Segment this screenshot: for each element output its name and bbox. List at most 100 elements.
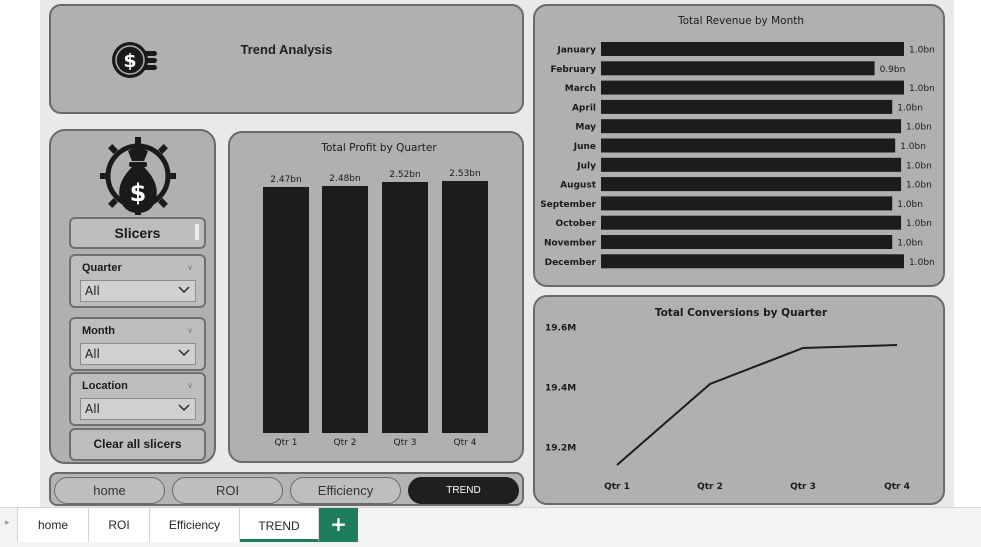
chevron-down-icon[interactable]: ∨ bbox=[187, 326, 193, 335]
profit-x-tick: Qtr 2 bbox=[334, 438, 357, 448]
revenue-data-label: 1.0bn bbox=[897, 239, 923, 249]
nav-trend-button[interactable]: TREND bbox=[408, 477, 519, 504]
revenue-bar bbox=[601, 61, 875, 76]
location-slicer-label: Location bbox=[82, 380, 128, 392]
revenue-data-label: 1.0bn bbox=[900, 142, 926, 152]
revenue-y-tick: October bbox=[556, 219, 597, 229]
nav-panel: home ROI Efficiency TREND bbox=[49, 472, 524, 506]
revenue-y-tick: May bbox=[575, 123, 596, 133]
revenue-y-tick: September bbox=[540, 200, 596, 210]
chevron-down-icon bbox=[178, 404, 190, 411]
revenue-bar bbox=[601, 99, 893, 114]
revenue-data-label: 1.0bn bbox=[906, 161, 932, 171]
revenue-y-tick: April bbox=[572, 103, 596, 113]
quarter-dropdown-value: All bbox=[85, 284, 100, 298]
chart-title: Total Conversions by Quarter bbox=[655, 307, 828, 319]
month-dropdown[interactable]: All bbox=[80, 343, 196, 365]
profit-data-label: 2.52bn bbox=[389, 170, 420, 180]
revenue-chart-panel: Total Revenue by Month January 1.0bn Febru… bbox=[533, 4, 945, 287]
svg-text:$: $ bbox=[130, 179, 147, 207]
page-tab-home[interactable]: home bbox=[18, 508, 89, 542]
revenue-data-label: 1.0bn bbox=[909, 84, 935, 94]
month-slicer-label: Month bbox=[82, 325, 115, 337]
conversions-x-tick: Qtr 4 bbox=[884, 482, 910, 492]
location-slicer: Location ∨ All bbox=[69, 372, 206, 426]
page-tab-efficiency[interactable]: Efficiency bbox=[150, 508, 240, 542]
nav-roi-button[interactable]: ROI bbox=[172, 477, 283, 504]
conversions-chart-panel: Total Conversions by Quarter 19.6M 19.4M 1… bbox=[533, 295, 945, 505]
revenue-data-label: 1.0bn bbox=[909, 258, 935, 268]
page-title: Trend Analysis bbox=[240, 42, 333, 57]
revenue-data-label: 1.0bn bbox=[906, 219, 932, 229]
conversions-y-tick: 19.2M bbox=[545, 444, 576, 454]
conversions-x-tick: Qtr 1 bbox=[604, 482, 630, 492]
header-panel: $ Trend Analysis bbox=[49, 4, 524, 114]
revenue-y-tick: February bbox=[550, 65, 596, 75]
conversions-x-tick: Qtr 3 bbox=[790, 482, 816, 492]
scroll-indicator bbox=[195, 224, 199, 240]
profit-bar bbox=[382, 181, 428, 433]
chevron-down-icon bbox=[178, 349, 190, 356]
profit-data-label: 2.48bn bbox=[329, 174, 360, 184]
chart-title: Total Revenue by Month bbox=[677, 15, 804, 27]
revenue-y-tick: July bbox=[576, 161, 596, 171]
quarter-slicer: Quarter ∨ All bbox=[69, 254, 206, 308]
revenue-y-tick: March bbox=[565, 84, 596, 94]
revenue-bar bbox=[601, 138, 896, 153]
conversions-line-chart: Total Conversions by Quarter 19.6M 19.4M 1… bbox=[545, 307, 910, 492]
profit-bar bbox=[442, 180, 488, 433]
month-dropdown-value: All bbox=[85, 347, 100, 361]
quarter-dropdown[interactable]: All bbox=[80, 280, 196, 302]
conversions-y-tick: 19.6M bbox=[545, 324, 576, 334]
add-page-button[interactable]: + bbox=[319, 508, 358, 542]
clear-slicers-button[interactable]: Clear all slicers bbox=[69, 428, 206, 461]
revenue-y-tick: December bbox=[545, 258, 597, 268]
conversions-x-tick: Qtr 2 bbox=[697, 482, 723, 492]
slicers-header: Slicers bbox=[69, 217, 206, 249]
slicer-panel: $ Slicers Quarter ∨ All Month ∨ All Loca… bbox=[49, 129, 216, 464]
revenue-bar bbox=[601, 80, 904, 95]
revenue-data-label: 1.0bn bbox=[897, 103, 923, 113]
page-tab-bar: ▸ home ROI Efficiency TREND + bbox=[0, 507, 981, 547]
quarter-slicer-label: Quarter bbox=[82, 262, 122, 274]
revenue-bar bbox=[601, 254, 904, 269]
nav-home-button[interactable]: home bbox=[54, 477, 165, 504]
revenue-bar bbox=[601, 196, 893, 211]
profit-data-label: 2.47bn bbox=[270, 175, 301, 185]
profit-bar bbox=[322, 185, 368, 433]
revenue-bar bbox=[601, 42, 904, 56]
page-tab-trend[interactable]: TREND bbox=[240, 508, 319, 542]
revenue-data-label: 1.0bn bbox=[906, 181, 932, 191]
profit-bar-chart: Total Profit by Quarter 2.47bn Qtr 1 2.48b… bbox=[263, 142, 488, 448]
page-tab-roi[interactable]: ROI bbox=[89, 508, 150, 542]
profit-x-tick: Qtr 4 bbox=[454, 438, 477, 448]
revenue-data-label: 1.0bn bbox=[897, 200, 923, 210]
chevron-down-icon bbox=[178, 286, 190, 293]
revenue-bar bbox=[601, 157, 902, 172]
revenue-y-tick: January bbox=[556, 46, 596, 56]
chevron-right-icon: ▸ bbox=[5, 518, 10, 528]
profit-data-label: 2.53bn bbox=[449, 169, 480, 179]
profit-x-tick: Qtr 1 bbox=[275, 438, 298, 448]
revenue-bar bbox=[601, 235, 893, 249]
revenue-data-label: 1.0bn bbox=[906, 123, 932, 133]
conversions-y-tick: 19.4M bbox=[545, 384, 576, 394]
revenue-bar bbox=[601, 119, 902, 134]
conversions-line bbox=[616, 344, 898, 466]
revenue-bar bbox=[601, 177, 902, 192]
profit-bar bbox=[263, 186, 309, 433]
location-dropdown[interactable]: All bbox=[80, 398, 196, 420]
chevron-down-icon[interactable]: ∨ bbox=[187, 263, 193, 272]
revenue-y-tick: June bbox=[573, 142, 596, 152]
chevron-down-icon[interactable]: ∨ bbox=[187, 381, 193, 390]
tab-scroll-left[interactable]: ▸ bbox=[0, 508, 18, 542]
slicers-title: Slicers bbox=[114, 225, 161, 241]
money-bag-gear-icon: $ bbox=[100, 137, 176, 215]
revenue-data-label: 0.9bn bbox=[880, 65, 906, 75]
month-slicer: Month ∨ All bbox=[69, 317, 206, 371]
nav-efficiency-button[interactable]: Efficiency bbox=[290, 477, 401, 504]
revenue-data-label: 1.0bn bbox=[909, 46, 935, 56]
profit-chart-panel: Total Profit by Quarter 2.47bn Qtr 1 2.48b… bbox=[228, 131, 524, 463]
profit-x-tick: Qtr 3 bbox=[394, 438, 417, 448]
report-canvas: $ Trend Analysis $ Slicers Quarter ∨ All… bbox=[0, 0, 981, 507]
